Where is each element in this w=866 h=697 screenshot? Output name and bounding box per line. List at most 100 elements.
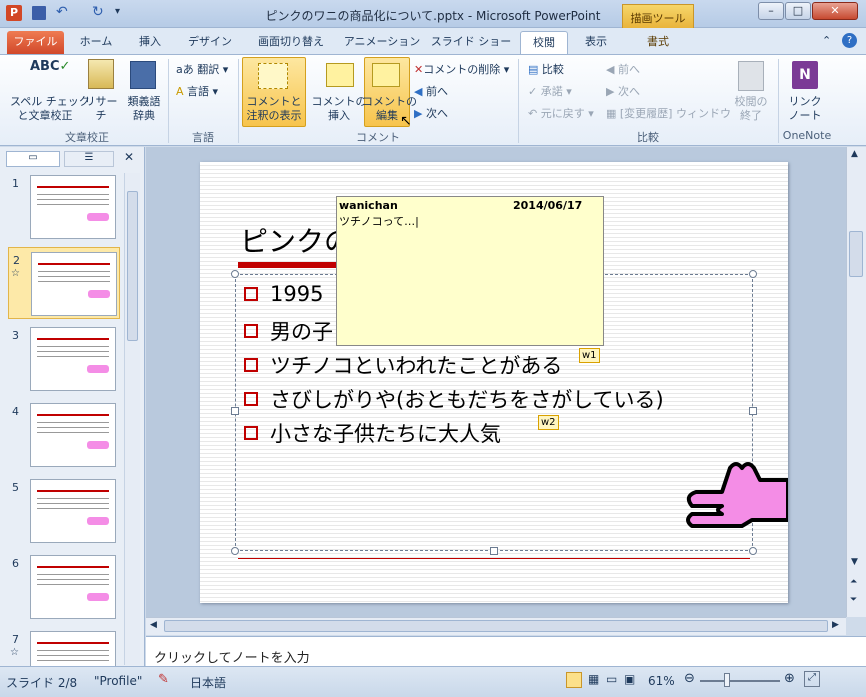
resize-handle[interactable] bbox=[749, 407, 757, 415]
separator bbox=[168, 59, 169, 143]
bullet-square-icon bbox=[244, 324, 258, 338]
theme-name[interactable]: "Profile" bbox=[94, 674, 142, 688]
ribbon: ABC✓ スペル チェック と文章校正 リサーチ 類義語 辞典 文章校正 aあ … bbox=[0, 54, 866, 146]
comment-text-field[interactable]: ツチノコって…| bbox=[339, 213, 419, 229]
notes-pane[interactable]: クリックしてノートを入力 bbox=[146, 636, 866, 666]
spell-check-status-icon[interactable]: ✎ bbox=[158, 672, 169, 687]
next-change-button[interactable]: ▶ 次へ bbox=[606, 83, 640, 99]
scroll-thumb[interactable] bbox=[127, 191, 138, 341]
scroll-thumb[interactable] bbox=[164, 620, 828, 632]
research-button[interactable]: リサーチ bbox=[80, 95, 122, 123]
delete-comment-label: コメントの削除 bbox=[423, 63, 501, 76]
bullet-item[interactable]: さびしがりや(おともだちをさがしている) bbox=[244, 384, 664, 414]
scroll-thumb[interactable] bbox=[849, 231, 863, 277]
slide-thumbnail[interactable]: 4 bbox=[8, 399, 120, 471]
window-title: ピンクのワニの商品化について.pptx - Microsoft PowerPoi… bbox=[265, 9, 601, 23]
reject-button[interactable]: ↶ 元に戻す ▾ bbox=[528, 105, 594, 121]
slide-thumbnail[interactable]: 5 bbox=[8, 475, 120, 547]
tab-home[interactable]: ホーム bbox=[72, 31, 120, 54]
tab-design[interactable]: デザイン bbox=[180, 31, 240, 54]
thesaurus-button[interactable]: 類義語 辞典 bbox=[124, 95, 164, 123]
vertical-scrollbar[interactable]: ▲ ▼ ⏶ ⏷ bbox=[846, 147, 866, 617]
minimize-button[interactable]: – bbox=[758, 2, 784, 20]
bullet-item[interactable]: 1995 bbox=[244, 282, 323, 306]
close-pane-icon[interactable]: ✕ bbox=[124, 150, 134, 164]
footer-line bbox=[238, 558, 750, 559]
previous-slide-icon[interactable]: ⏶ bbox=[850, 577, 857, 587]
bullet-item[interactable]: ツチノコといわれたことがある bbox=[244, 350, 562, 380]
thumbnail-preview bbox=[30, 479, 116, 543]
maximize-button[interactable]: □ bbox=[785, 2, 811, 20]
bullet-square-icon bbox=[244, 426, 258, 440]
resize-handle[interactable] bbox=[231, 407, 239, 415]
slide-sorter-view-icon[interactable]: ▦ bbox=[588, 672, 599, 686]
close-button[interactable]: ✕ bbox=[812, 2, 858, 20]
zoom-in-icon[interactable]: ⊕ bbox=[784, 671, 795, 686]
spell-check-icon: ABC✓ bbox=[30, 59, 71, 74]
zoom-out-icon[interactable]: ⊖ bbox=[684, 671, 695, 686]
resize-handle[interactable] bbox=[749, 270, 757, 278]
zoom-slider-thumb[interactable] bbox=[724, 673, 730, 687]
resize-handle[interactable] bbox=[490, 547, 498, 555]
tab-insert[interactable]: 挿入 bbox=[128, 31, 172, 54]
resize-handle[interactable] bbox=[749, 547, 757, 555]
comment-marker-w2[interactable]: w2 bbox=[538, 415, 559, 430]
resize-handle[interactable] bbox=[231, 270, 239, 278]
reading-view-icon[interactable]: ▭ bbox=[606, 672, 617, 686]
scroll-left-icon[interactable]: ◀ bbox=[150, 620, 157, 630]
tab-animations[interactable]: アニメーション bbox=[342, 31, 422, 54]
slide-thumbnail[interactable]: 3 bbox=[8, 323, 120, 395]
tab-transitions[interactable]: 画面切り替え bbox=[248, 31, 334, 54]
slideshow-view-icon[interactable]: ▣ bbox=[624, 672, 635, 686]
slides-pane-scrollbar[interactable] bbox=[124, 173, 140, 665]
compare-button[interactable]: ▤ 比較 bbox=[528, 61, 564, 77]
bullet-item[interactable]: 男の子 bbox=[244, 316, 333, 346]
previous-change-button[interactable]: ◀ 前へ bbox=[606, 61, 640, 77]
bullet-item[interactable]: 小さな子供たちに大人気 bbox=[244, 418, 501, 448]
normal-view-icon[interactable] bbox=[566, 672, 582, 688]
tab-format[interactable]: 書式 bbox=[624, 31, 692, 54]
scroll-up-icon[interactable]: ▲ bbox=[851, 149, 858, 159]
zoom-level[interactable]: 61% bbox=[648, 674, 675, 688]
next-comment-button[interactable]: ▶ 次へ bbox=[414, 105, 448, 121]
linked-notes-button[interactable]: リンク ノート bbox=[782, 95, 828, 123]
resize-handle[interactable] bbox=[231, 547, 239, 555]
next-slide-icon[interactable]: ⏷ bbox=[850, 595, 857, 605]
delete-comment-button[interactable]: ✕コメントの削除 ▾ bbox=[414, 61, 509, 77]
tab-review[interactable]: 校閲 bbox=[520, 31, 568, 54]
language-status[interactable]: 日本語 bbox=[190, 674, 226, 691]
tab-file[interactable]: ファイル bbox=[7, 31, 64, 54]
onenote-icon: N bbox=[792, 61, 818, 89]
help-icon[interactable]: ? bbox=[842, 33, 857, 48]
previous-comment-icon: ◀ bbox=[414, 85, 423, 98]
accept-button[interactable]: ✓ 承諾 ▾ bbox=[528, 83, 572, 99]
thesaurus-icon bbox=[130, 61, 156, 89]
comment-popup[interactable]: wanichan 2014/06/17 ツチノコって…| bbox=[336, 196, 604, 346]
tab-slideshow[interactable]: スライド ショー bbox=[430, 31, 512, 54]
scroll-right-icon[interactable]: ▶ bbox=[832, 620, 839, 630]
translate-button[interactable]: aあ 翻訳 ▾ bbox=[176, 61, 228, 77]
outline-tab[interactable]: ☰ bbox=[64, 151, 114, 167]
previous-comment-button[interactable]: ◀ 前へ bbox=[414, 83, 448, 99]
end-review-button[interactable]: 校閲の 終了 bbox=[728, 95, 774, 123]
zoom-slider[interactable] bbox=[700, 680, 780, 682]
slide-thumbnail[interactable]: 6 bbox=[8, 551, 120, 623]
thumbnail-preview bbox=[31, 252, 117, 316]
scroll-down-icon[interactable]: ▼ bbox=[851, 557, 858, 567]
pink-crocodile-image[interactable] bbox=[678, 458, 788, 530]
slides-tab[interactable]: ▭ bbox=[6, 151, 60, 167]
fit-to-window-icon[interactable]: ⤢ bbox=[804, 671, 820, 687]
new-comment-button[interactable]: コメントの 挿入 bbox=[310, 95, 368, 123]
horizontal-scrollbar[interactable]: ◀ ▶ bbox=[146, 617, 846, 635]
reviewing-pane-button[interactable]: ▦ [変更履歴] ウィンドウ bbox=[606, 105, 731, 121]
slide-number: 7 bbox=[12, 633, 19, 646]
language-button[interactable]: A 言語 ▾ bbox=[176, 83, 218, 99]
slide-thumbnail[interactable]: 2 ☆ bbox=[8, 247, 120, 319]
spell-check-button[interactable]: スペル チェック と文章校正 bbox=[10, 95, 90, 123]
slide-thumbnail[interactable]: 1 bbox=[8, 171, 120, 243]
minimize-ribbon-icon[interactable]: ⌃ bbox=[822, 34, 831, 47]
comment-marker-w1[interactable]: w1 bbox=[579, 348, 600, 363]
crocodile-body bbox=[686, 462, 788, 528]
bullet-text: ツチノコといわれたことがある bbox=[270, 354, 563, 378]
tab-view[interactable]: 表示 bbox=[574, 31, 618, 54]
